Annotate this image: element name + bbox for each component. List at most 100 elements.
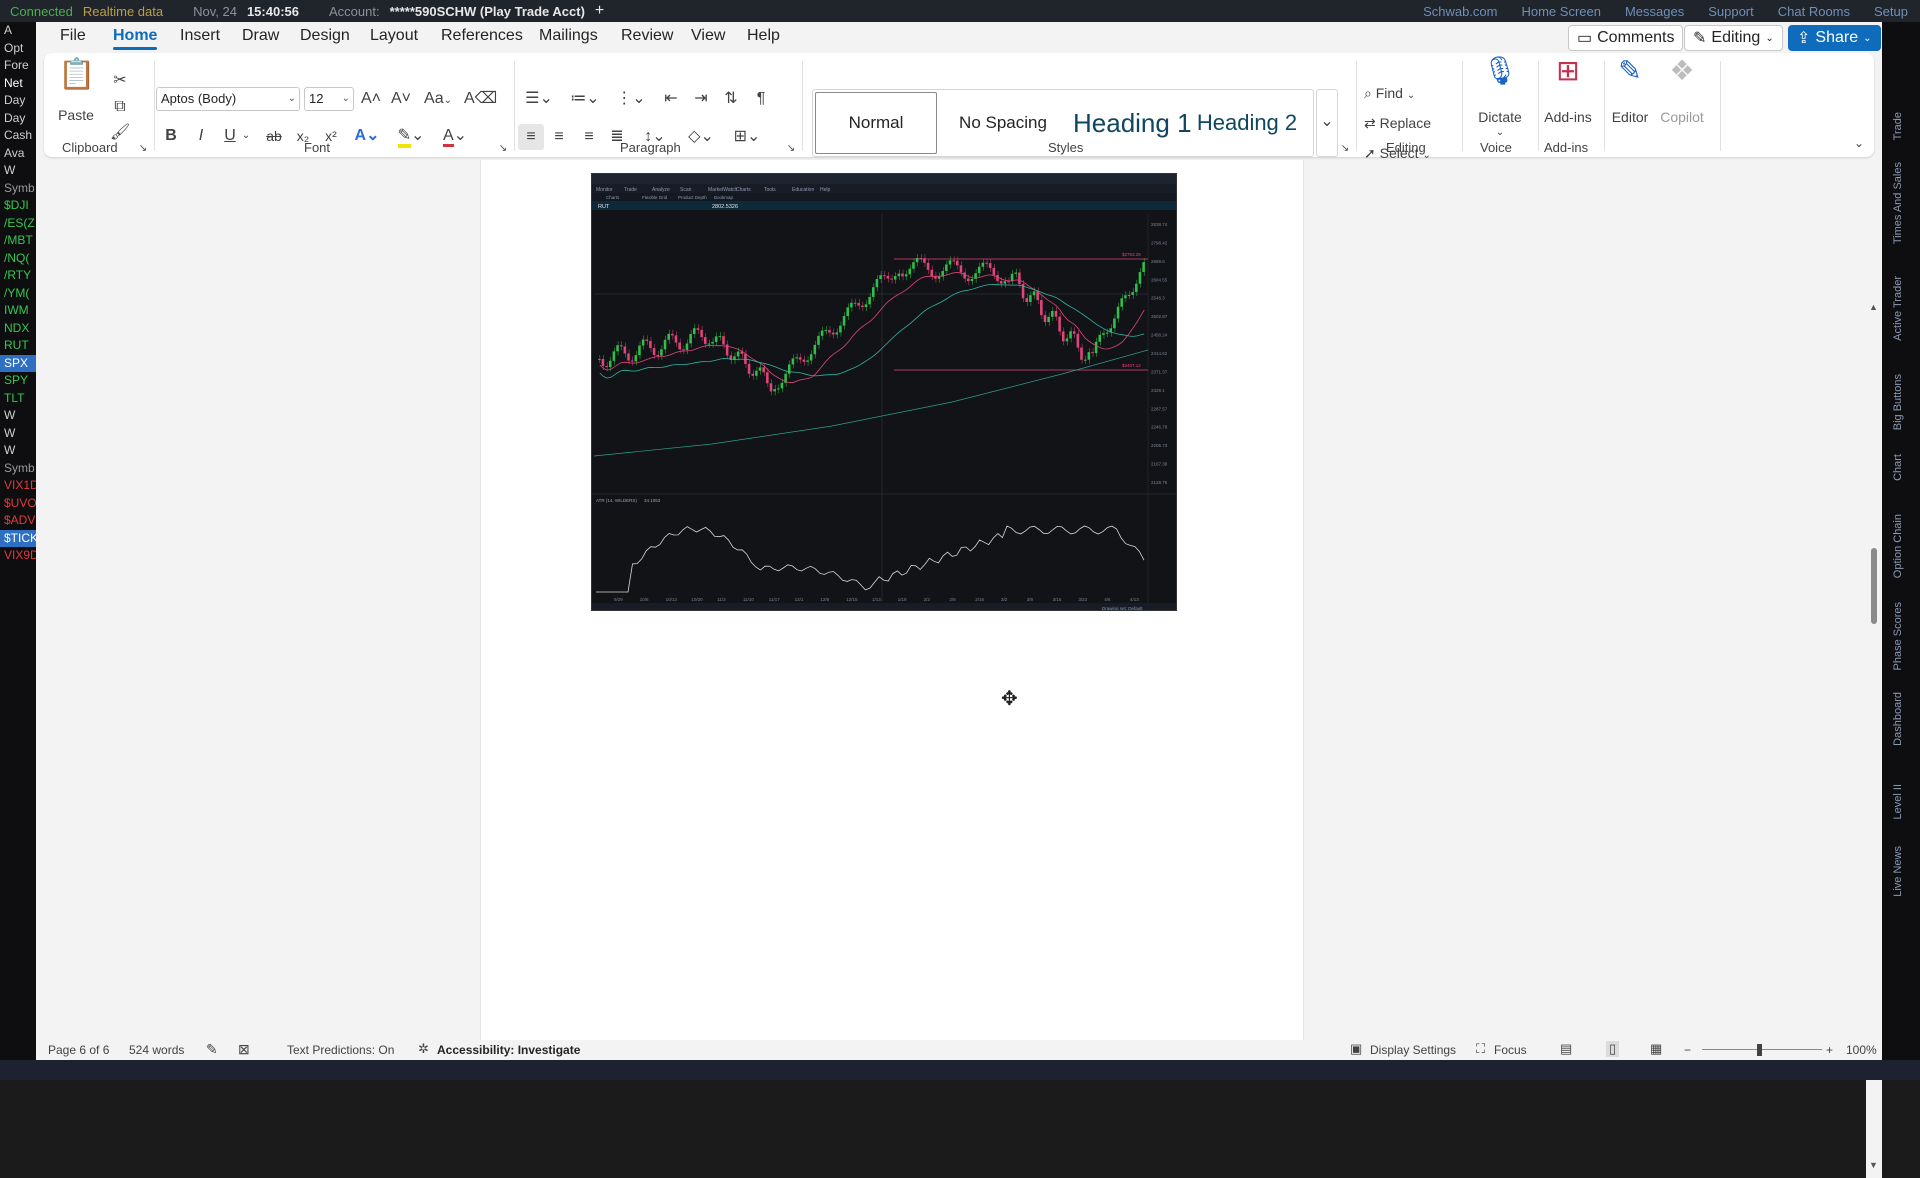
page-count[interactable]: Page 6 of 6 <box>48 1043 109 1057</box>
watchlist-row[interactable]: NDX <box>0 320 36 338</box>
watchlist-row[interactable]: VIX9D <box>0 547 36 565</box>
tab-insert[interactable]: Insert <box>180 27 220 45</box>
watchlist-row[interactable]: IWM <box>0 302 36 320</box>
replace-button[interactable]: ⇄ Replace <box>1364 113 1444 133</box>
addins-icon[interactable]: ⊞ <box>1548 57 1588 101</box>
align-right-icon[interactable]: ≡ <box>578 127 600 147</box>
tab-view[interactable]: View <box>691 27 725 45</box>
home-screen-link[interactable]: Home Screen <box>1521 4 1600 19</box>
style-normal[interactable]: Normal <box>815 92 937 154</box>
watchlist-row[interactable]: $UVO <box>0 495 36 513</box>
watchlist-row[interactable]: Day <box>0 110 36 128</box>
font-size-dropdown[interactable]: 12 ⌄ <box>304 87 354 111</box>
watchlist-row[interactable]: Day <box>0 92 36 110</box>
watchlist-row[interactable]: /NQ( <box>0 250 36 268</box>
copy-icon[interactable]: ⧉ <box>110 97 130 117</box>
highlight-icon[interactable]: ✎⌄ <box>394 126 428 148</box>
zoom-slider-track[interactable] <box>1702 1049 1822 1050</box>
paste-button[interactable]: Paste <box>54 105 98 125</box>
dialog-launcher-icon[interactable]: ↘ <box>496 139 510 159</box>
sort-icon[interactable]: ⇅ <box>720 89 742 109</box>
text-effects-icon[interactable]: A⌄ <box>350 126 384 146</box>
share-button[interactable]: ⇪ Share ⌄ <box>1788 25 1881 51</box>
watchlist-row[interactable]: Symb <box>0 460 36 478</box>
shading-icon[interactable]: ◇⌄ <box>684 127 718 147</box>
setup-link[interactable]: Setup <box>1874 4 1908 19</box>
increase-indent-icon[interactable]: ⇥ <box>690 89 712 109</box>
bullets-icon[interactable]: ☰⌄ <box>522 89 556 109</box>
numbering-icon[interactable]: ≔⌄ <box>568 89 602 109</box>
borders-icon[interactable]: ⊞⌄ <box>730 127 764 147</box>
watchlist-row[interactable]: $ADV <box>0 512 36 530</box>
paste-icon[interactable]: 📋 <box>58 60 95 105</box>
decrease-indent-icon[interactable]: ⇤ <box>660 89 682 109</box>
watchlist-row[interactable]: W <box>0 162 36 180</box>
gadget-tab[interactable]: Level II <box>1892 784 1904 819</box>
accessibility-status[interactable]: Accessibility: Investigate <box>437 1043 580 1057</box>
watchlist-row[interactable]: Net <box>0 75 36 93</box>
focus-button[interactable]: Focus <box>1494 1043 1527 1057</box>
watchlist-row[interactable]: Ava <box>0 145 36 163</box>
gadget-tab[interactable]: Trade <box>1892 112 1904 140</box>
schwab-link[interactable]: Schwab.com <box>1423 4 1497 19</box>
web-layout-icon[interactable]: ▦ <box>1650 1041 1662 1057</box>
dialog-launcher-icon[interactable]: ↘ <box>136 139 150 159</box>
style-heading-1[interactable]: Heading 1 <box>1067 92 1193 154</box>
copilot-icon[interactable]: ❖ <box>1662 57 1702 101</box>
watchlist-row[interactable]: /MBT <box>0 232 36 250</box>
shrink-font-icon[interactable]: A˅ <box>390 89 412 109</box>
scroll-down-icon[interactable]: ▼ <box>1869 1160 1878 1170</box>
watchlist-row[interactable]: W <box>0 425 36 443</box>
chat-rooms-link[interactable]: Chat Rooms <box>1778 4 1850 19</box>
watchlist-row[interactable]: TLT <box>0 390 36 408</box>
multilevel-list-icon[interactable]: ⋮⌄ <box>614 89 648 109</box>
font-color-icon[interactable]: A⌄ <box>438 126 472 147</box>
underline-button[interactable]: U <box>219 126 241 146</box>
gadget-tab[interactable]: Active Trader <box>1892 276 1904 341</box>
align-center-icon[interactable]: ≡ <box>548 127 570 147</box>
zoom-slider-thumb[interactable] <box>1757 1044 1762 1056</box>
comments-button[interactable]: ▭ Comments <box>1568 25 1684 51</box>
bold-button[interactable]: B <box>160 126 182 146</box>
change-case-button[interactable]: Aa⌄ <box>420 89 456 111</box>
style-no-spacing[interactable]: No Spacing <box>941 92 1065 154</box>
display-settings-button[interactable]: Display Settings <box>1370 1043 1456 1057</box>
scroll-up-icon[interactable]: ▲ <box>1869 302 1878 312</box>
watchlist-row[interactable]: VIX1D <box>0 477 36 495</box>
read-mode-icon[interactable]: ▤ <box>1560 1041 1572 1057</box>
grow-font-icon[interactable]: A˄ <box>360 89 382 109</box>
chevron-down-icon[interactable]: ⌄ <box>240 126 252 146</box>
editor-button[interactable]: Editor <box>1602 107 1658 127</box>
watchlist-row[interactable]: /RTY <box>0 267 36 285</box>
tab-draw[interactable]: Draw <box>242 27 279 45</box>
tab-layout[interactable]: Layout <box>370 27 418 45</box>
clear-formatting-icon[interactable]: A⌫ <box>464 89 497 109</box>
tab-help[interactable]: Help <box>747 27 780 45</box>
messages-link[interactable]: Messages <box>1625 4 1684 19</box>
tab-references[interactable]: References <box>441 27 523 45</box>
tab-design[interactable]: Design <box>300 27 350 45</box>
zoom-in-icon[interactable]: + <box>1826 1043 1833 1057</box>
proofing-icon[interactable]: ✎ <box>206 1041 218 1058</box>
watchlist-row[interactable]: Fore <box>0 57 36 75</box>
word-count[interactable]: 524 words <box>129 1043 184 1057</box>
watchlist-row[interactable]: Cash <box>0 127 36 145</box>
align-left-icon[interactable]: ≡ <box>518 124 544 150</box>
show-formatting-icon[interactable]: ¶ <box>750 89 772 109</box>
dialog-launcher-icon[interactable]: ↘ <box>784 139 798 159</box>
account-selector[interactable]: *****590SCHW (Play Trade Acct) <box>390 4 585 19</box>
gadget-tab[interactable]: Big Buttons <box>1892 374 1904 430</box>
gadget-tab[interactable]: Live News <box>1892 846 1904 897</box>
watchlist-row[interactable]: RUT <box>0 337 36 355</box>
copilot-button[interactable]: Copilot <box>1654 107 1710 127</box>
tab-home[interactable]: Home <box>113 27 158 50</box>
find-button[interactable]: ⌕ Find ⌄ <box>1364 83 1444 106</box>
microphone-icon[interactable]: 🎙 <box>1480 57 1520 101</box>
collapse-ribbon-icon[interactable]: ⌄ <box>1850 133 1868 153</box>
styles-more-icon[interactable]: ⌄ <box>1316 89 1338 157</box>
watchlist-row[interactable]: /YM( <box>0 285 36 303</box>
style-heading-2[interactable]: Heading 2 <box>1193 92 1301 154</box>
tab-review[interactable]: Review <box>621 27 673 45</box>
watchlist-row[interactable]: SPX <box>0 354 36 372</box>
watchlist-row[interactable]: Opt <box>0 40 36 58</box>
